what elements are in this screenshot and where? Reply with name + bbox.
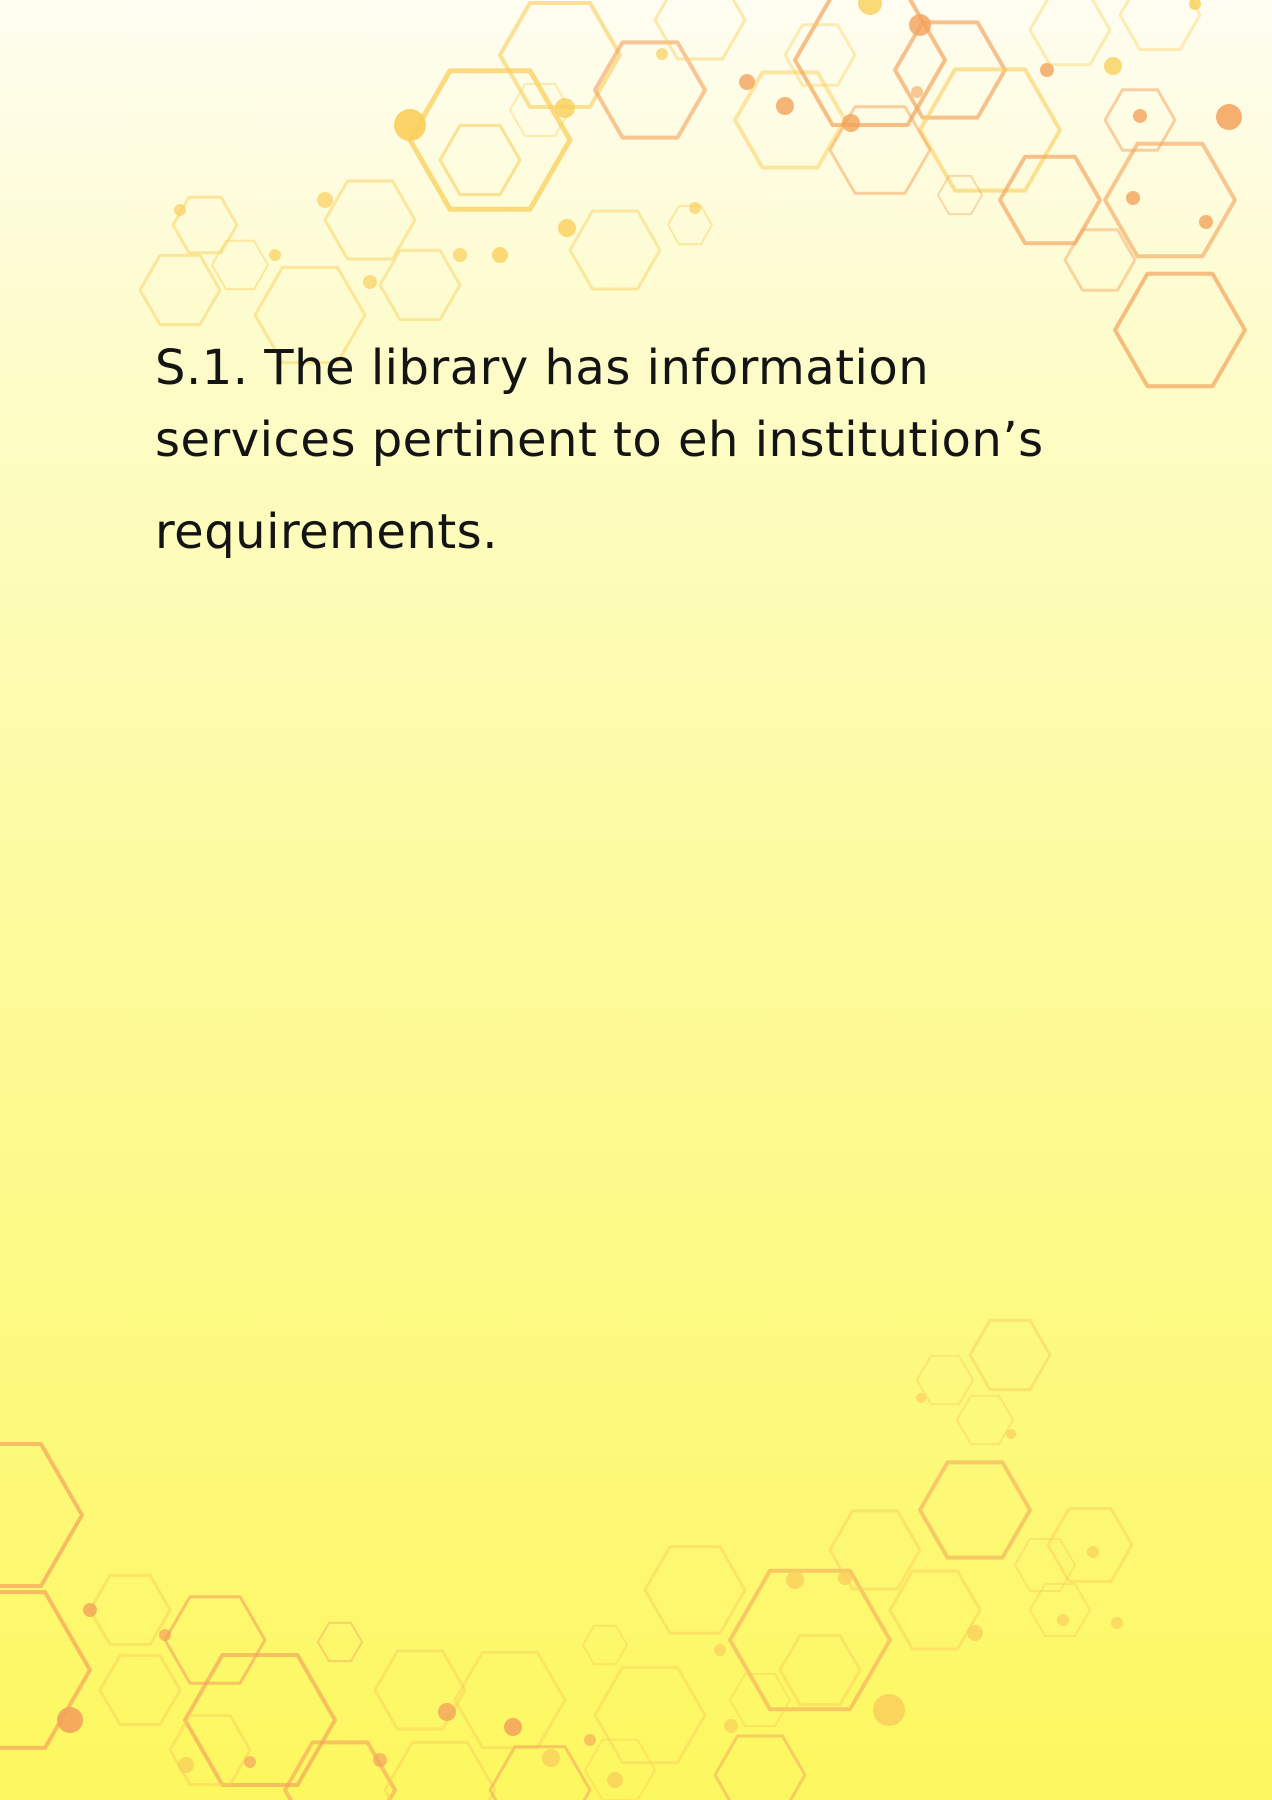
hexagon-shape [937,174,983,216]
hexagon-shape [1028,0,1112,67]
hexagon-shape [0,1442,84,1588]
network-node [269,249,281,261]
heading: S.1. The library has information service… [155,332,1115,568]
network-node [1087,1546,1099,1558]
network-node [492,247,508,263]
network-node [542,1749,560,1767]
network-node [1057,1614,1069,1626]
network-node [394,109,426,141]
network-node [1189,0,1201,10]
hexagon-shape [653,0,747,61]
hexagon-shape [1046,1507,1134,1583]
network-node [714,1644,726,1656]
network-node [244,1756,256,1768]
hexagon-shape [582,1624,628,1666]
hexagon-shape [584,1738,656,1800]
network-node [438,1703,456,1721]
network-node [909,14,931,36]
network-node [1216,104,1242,130]
network-node [739,74,755,90]
network-node [689,202,701,214]
heading-line-3: requirements. [155,504,498,560]
hexagon-shape [888,1569,982,1651]
hexagon-shape [728,1568,892,1712]
network-node [1111,1617,1123,1629]
network-node [1040,63,1054,77]
hexagon-shape [211,239,269,291]
hexagon-network-pattern [0,0,1247,1800]
network-node [57,1707,83,1733]
hexagon-shape [407,68,573,212]
hexagon-shape [1113,271,1247,389]
hexagon-shape [918,67,1062,193]
network-node [858,0,882,15]
network-node [1006,1429,1016,1439]
hexagon-shape [138,253,222,327]
hexagon-shape [593,40,707,140]
network-node [916,1393,926,1403]
hexagon-shape [918,1460,1032,1560]
network-node [174,204,186,216]
heading-line-1: S.1. The library has information [155,340,930,396]
network-node [317,192,333,208]
network-node [967,1625,983,1641]
network-node [724,1719,738,1733]
hexagon-shape [1118,0,1202,52]
network-node [842,114,860,132]
hexagon-shape [667,204,713,246]
hexagon-shape [968,1318,1052,1392]
network-node [1104,57,1122,75]
network-node [83,1603,97,1617]
hexagon-shape [168,1713,252,1787]
hexagon-shape [713,1734,807,1800]
hexagon-shape [729,1673,791,1727]
hexagon-shape [778,1633,862,1707]
network-node [453,248,467,262]
network-node [159,1629,171,1641]
network-node [786,1571,804,1589]
hexagon-shapes [0,0,1247,1800]
hexagon-shape [323,179,417,261]
hexagon-shape [488,1745,592,1800]
hexagon-shape [183,1653,337,1787]
hexagon-shape [383,1740,497,1800]
network-node [504,1718,522,1736]
hexagon-shape [88,1573,172,1647]
network-node [1126,191,1140,205]
hexagon-shape [317,1621,363,1663]
hexagon-shape [593,1665,707,1765]
hexagon-shape [283,1740,397,1800]
hexagon-shape [98,1653,182,1727]
network-node [838,1571,852,1585]
network-node [373,1753,387,1767]
network-node [584,1734,596,1746]
heading-line-2: services pertinent to eh institution’s [155,412,1044,468]
network-node [1199,215,1213,229]
network-node [776,97,794,115]
hexagon-shape [643,1545,747,1635]
network-node [656,48,668,60]
network-node [363,275,377,289]
hexagon-shape [956,1394,1014,1446]
network-node [1133,109,1147,123]
hexagon-shape [438,123,522,197]
network-node [873,1694,905,1726]
hexagon-shape [378,248,462,322]
network-node [555,98,575,118]
network-node [607,1772,623,1788]
network-node [558,219,576,237]
network-node [911,86,923,98]
hexagon-shape [568,209,662,291]
network-node [178,1757,194,1773]
